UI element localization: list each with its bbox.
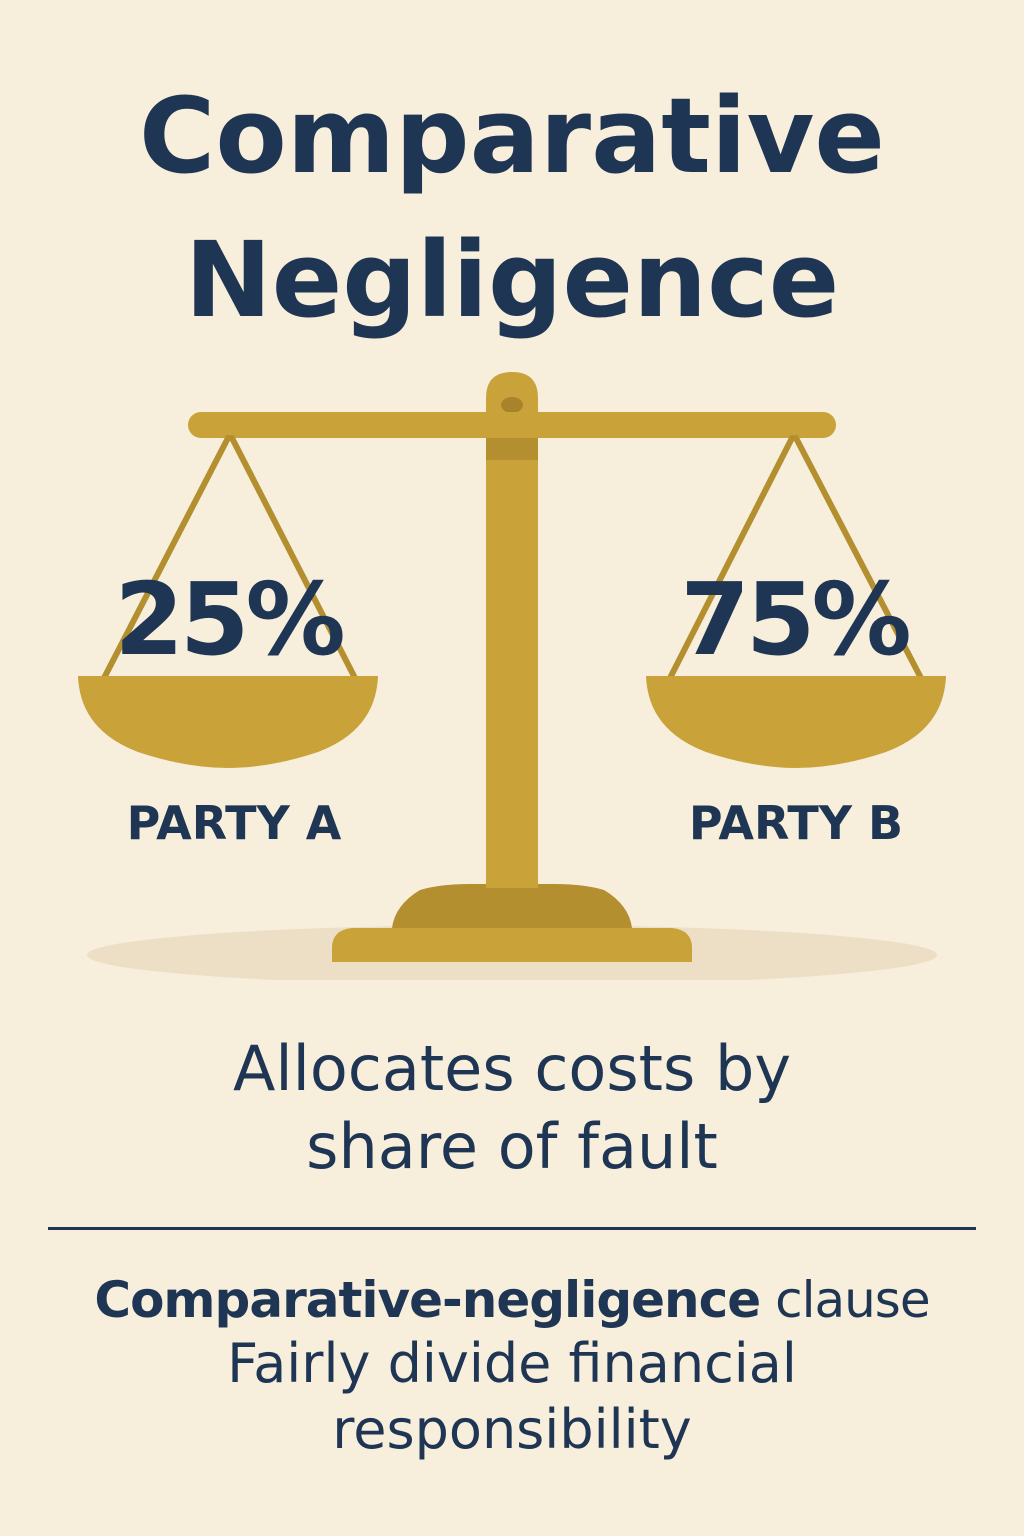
right-pan	[646, 676, 946, 768]
scale-base-lower	[332, 928, 692, 962]
tagline-line1: Allocates costs by	[232, 1032, 792, 1105]
scale-base-upper	[392, 884, 632, 928]
party-b-percent: 75%	[680, 561, 911, 678]
footer-line3: responsibility	[332, 1397, 692, 1461]
scale-knob-hole	[501, 397, 523, 413]
footer-heading: Comparative-negligence clause	[0, 1270, 1024, 1331]
footer-heading-bold: Comparative-negligence	[94, 1271, 761, 1329]
party-b-label: PARTY B	[688, 796, 904, 850]
party-a-label: PARTY A	[126, 796, 342, 850]
footer-line2: Fairly divide financial	[227, 1332, 797, 1395]
footer-heading-normal: clause	[760, 1271, 931, 1329]
scale-pillar	[486, 420, 538, 888]
divider	[48, 1227, 976, 1230]
page-title-line1: Comparative	[139, 75, 885, 197]
tagline: Allocates costs by share of fault	[0, 1030, 1024, 1185]
tagline-line2: share of fault	[306, 1109, 718, 1183]
scale-beam	[188, 412, 836, 438]
left-pan	[78, 676, 378, 768]
footer: Comparative-negligence clause Fairly div…	[0, 1270, 1024, 1463]
page-title-line2: Negligence	[184, 219, 840, 341]
party-a-percent: 25%	[114, 561, 345, 678]
